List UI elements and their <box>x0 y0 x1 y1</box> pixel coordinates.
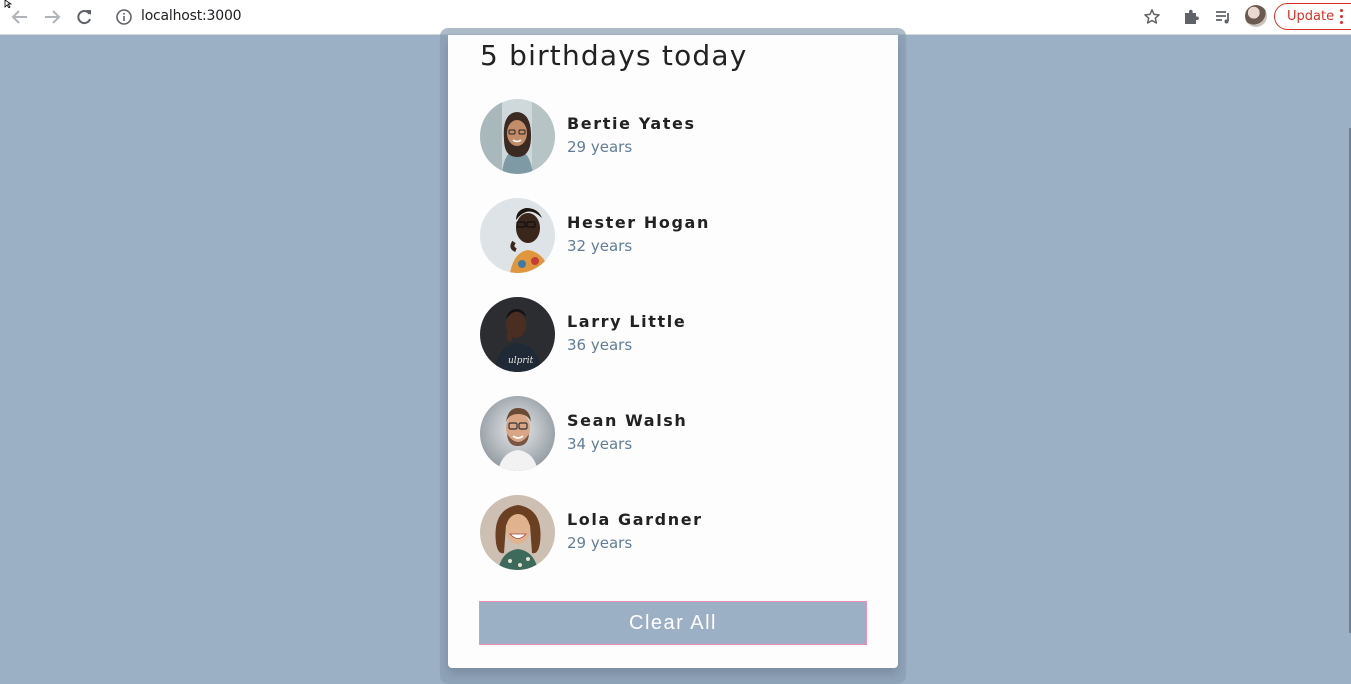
avatar <box>480 198 555 273</box>
person-name: Lola Gardner <box>567 510 703 529</box>
reload-icon <box>77 10 91 25</box>
avatar <box>480 396 555 471</box>
person-item: ulprit Larry Little 36 years <box>480 297 860 373</box>
avatar: ulprit <box>480 297 555 372</box>
forward-button[interactable] <box>40 5 64 29</box>
person-age: 29 years <box>567 138 633 156</box>
person-name: Hester Hogan <box>567 213 710 232</box>
avatar <box>480 495 555 570</box>
person-age: 34 years <box>567 435 633 453</box>
media-icon <box>1216 11 1229 24</box>
back-button[interactable] <box>8 5 32 29</box>
more-icon[interactable] <box>1340 9 1344 25</box>
birthday-card: 5 birthdays today Bertie Yates 29 years <box>448 35 898 668</box>
back-icon <box>11 10 27 24</box>
person-item: Hester Hogan 32 years <box>480 198 860 274</box>
person-item: Sean Walsh 34 years <box>480 396 860 472</box>
person-age: 29 years <box>567 534 633 552</box>
info-icon[interactable] <box>115 8 133 26</box>
person-age: 32 years <box>567 237 633 255</box>
avatar <box>480 99 555 174</box>
person-name: Sean Walsh <box>567 411 688 430</box>
profile-avatar[interactable] <box>1245 5 1267 27</box>
person-item: Bertie Yates 29 years <box>480 99 860 175</box>
bookmark-button[interactable] <box>1141 6 1163 28</box>
forward-icon <box>45 10 61 24</box>
person-name: Larry Little <box>567 312 687 331</box>
clear-all-button[interactable]: Clear All <box>479 601 867 645</box>
media-button[interactable] <box>1212 6 1234 28</box>
page-title: 5 birthdays today <box>480 39 748 72</box>
extensions-icon <box>1185 9 1199 24</box>
star-icon <box>1144 9 1160 24</box>
svg-text:ulprit: ulprit <box>508 356 534 366</box>
person-item: Lola Gardner 29 years <box>480 495 860 571</box>
address-bar-url[interactable]: localhost:3000 <box>141 8 242 24</box>
reload-button[interactable] <box>72 5 96 29</box>
update-label: Update <box>1287 9 1335 24</box>
extensions-button[interactable] <box>1180 6 1202 28</box>
person-name: Bertie Yates <box>567 114 696 133</box>
person-age: 36 years <box>567 336 633 354</box>
